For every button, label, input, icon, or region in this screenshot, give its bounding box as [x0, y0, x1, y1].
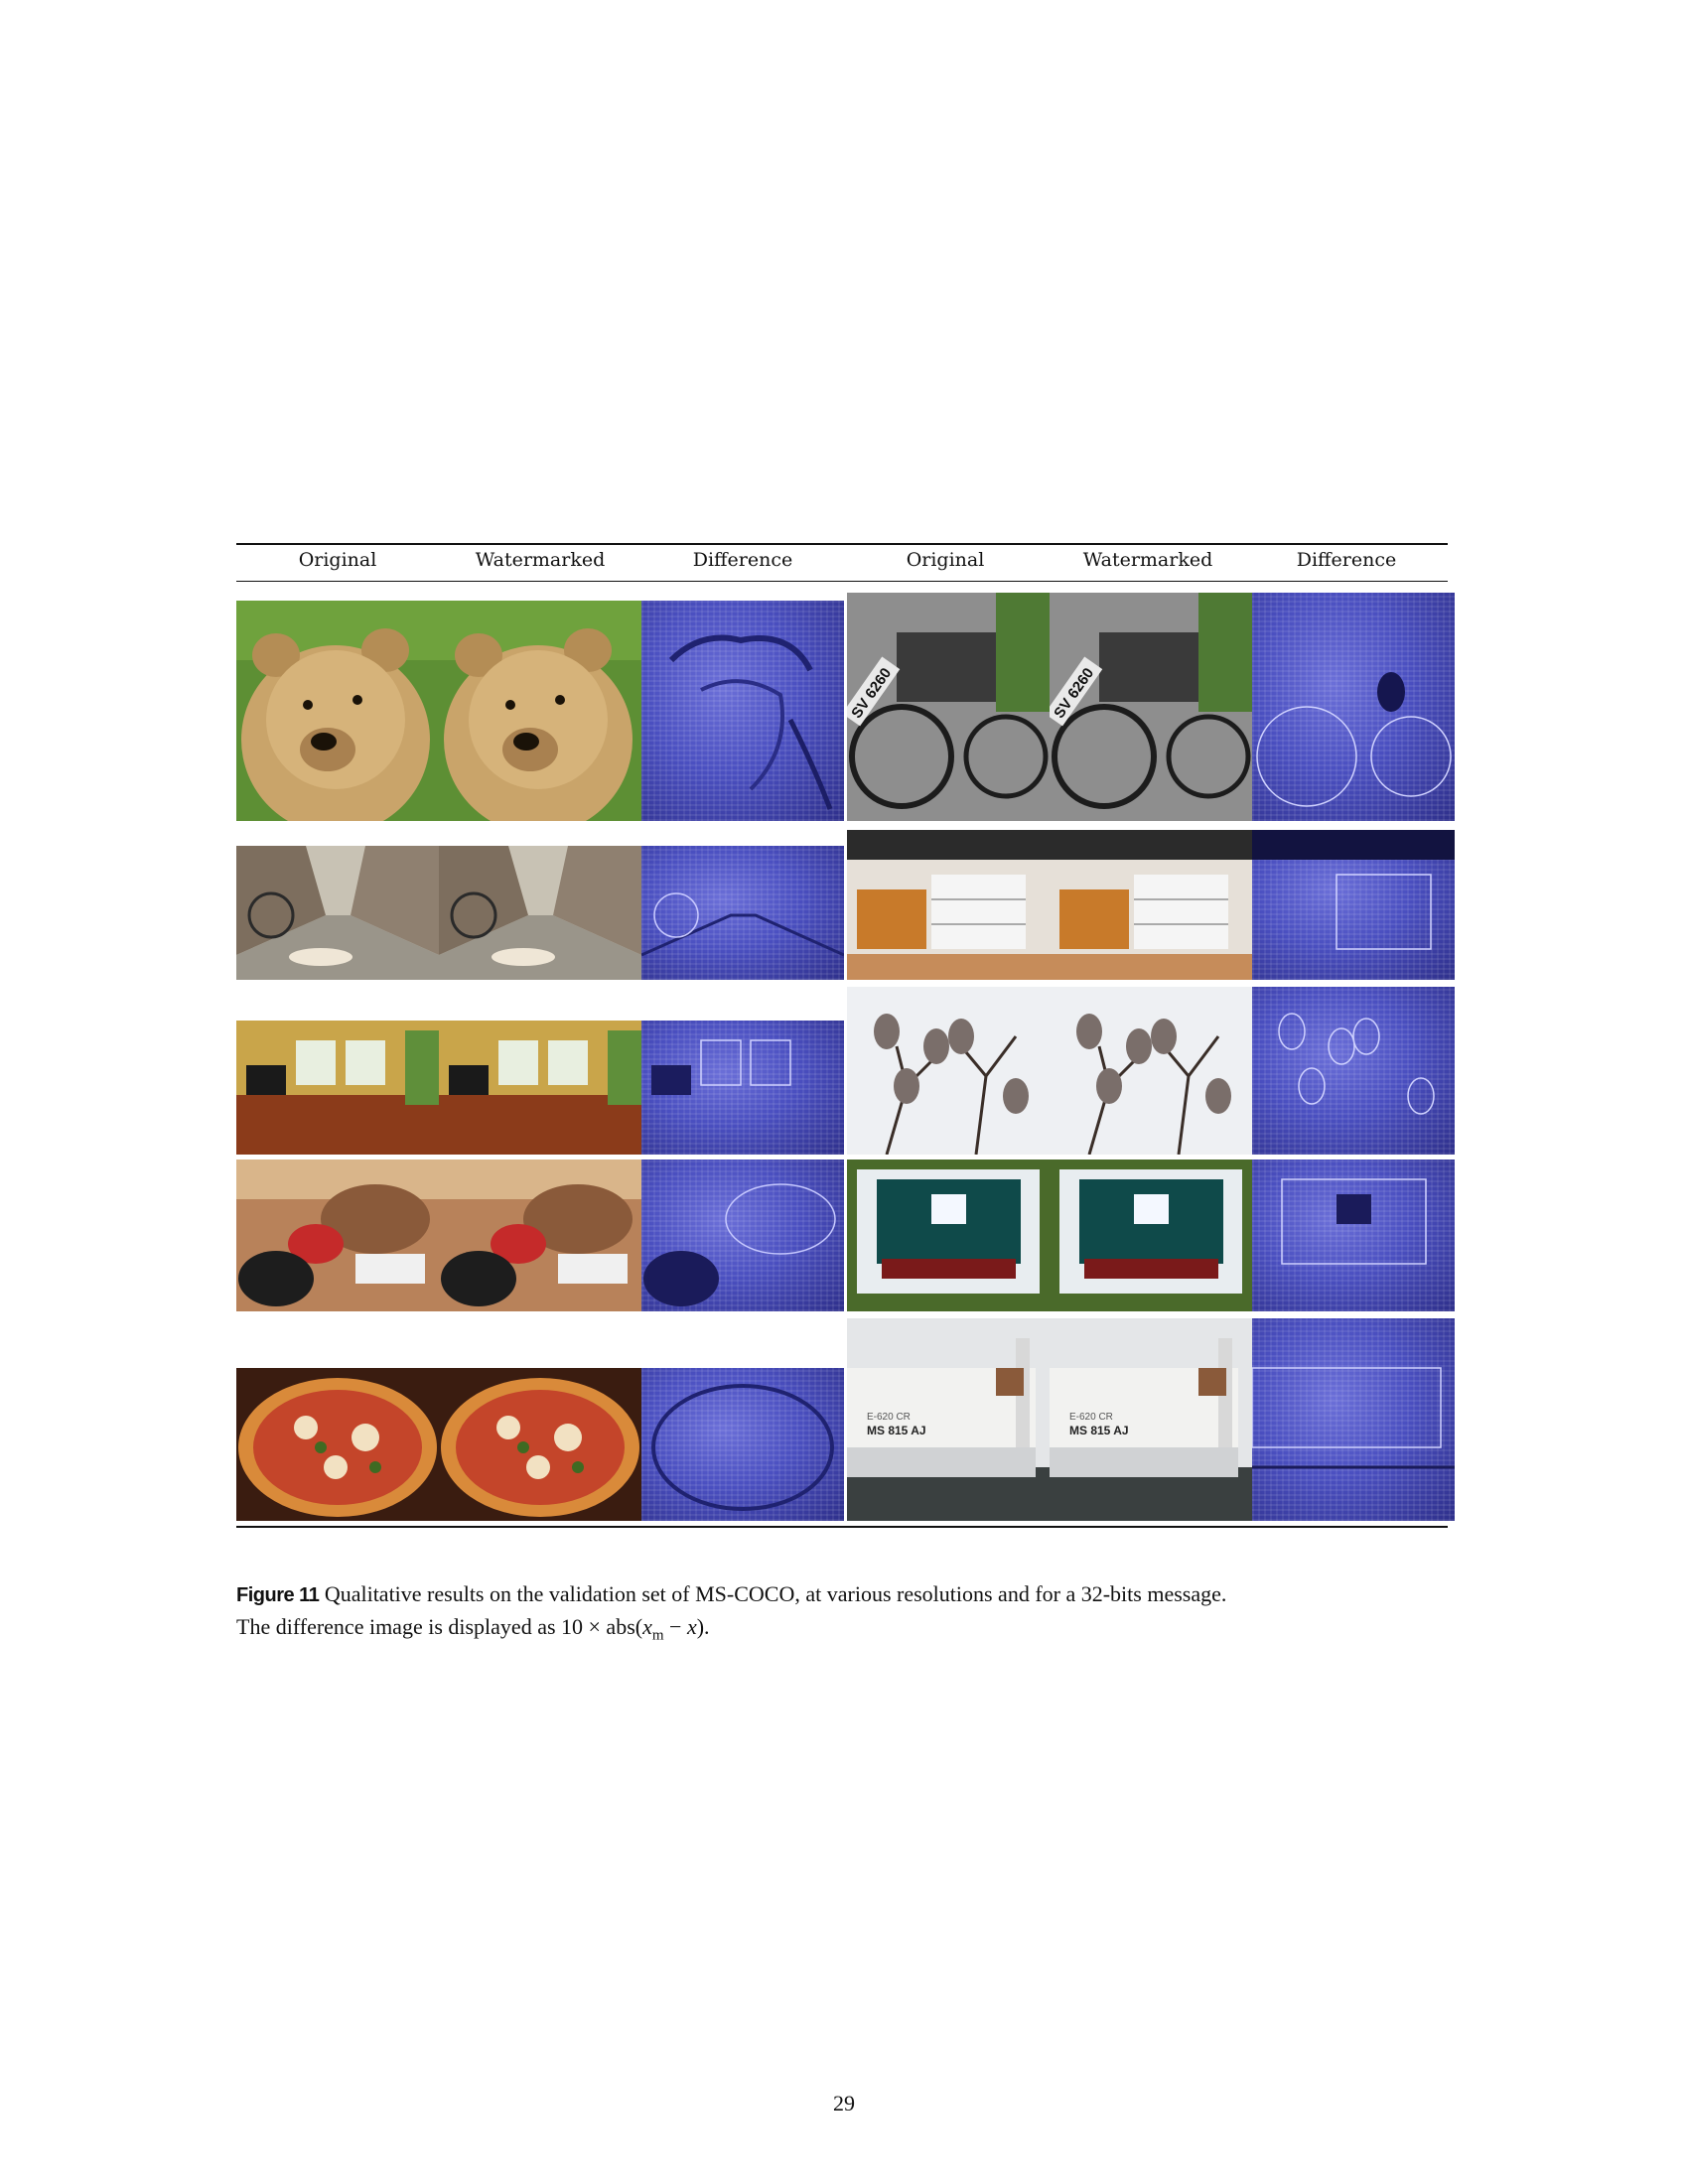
caption-text-line1: Qualitative results on the validation se…: [319, 1581, 1227, 1606]
column-header-watermarked-right: Watermarked: [1082, 549, 1213, 571]
column-header-watermarked-left: Watermarked: [475, 549, 606, 571]
desk-original-image: [847, 830, 1050, 980]
page-number: 29: [833, 2091, 855, 2116]
table-top-rule: [236, 543, 1448, 545]
projector-watermarked-image: [1050, 1160, 1252, 1311]
desk-watermarked-image: [1050, 830, 1252, 980]
table-bottom-rule: [236, 1526, 1448, 1528]
table-header-rule: [236, 581, 1448, 582]
pizza-original-image: [236, 1368, 439, 1521]
boat-reg-line2: MS 815 AJ: [867, 1424, 926, 1437]
figure-caption: Figure 11 Qualitative results on the val…: [236, 1578, 1458, 1651]
projector-original-image: [847, 1160, 1050, 1311]
living-room-watermarked-image: [439, 1021, 641, 1155]
boat-reg-line1-watermarked: E-620 CR: [1069, 1412, 1113, 1423]
column-header-original-right: Original: [906, 549, 985, 571]
puppy-shoes-difference-image: [641, 1160, 844, 1311]
formula-close: ).: [696, 1614, 710, 1639]
figure-label: Figure 11: [236, 1584, 320, 1606]
birds-original-image: [847, 987, 1050, 1155]
motorcycle-difference-image: [1252, 593, 1455, 821]
column-header-difference-left: Difference: [692, 549, 793, 571]
column-header-original-left: Original: [298, 549, 377, 571]
motorcycle-watermarked-image: SV 6260: [1050, 593, 1252, 821]
street-dog-original-image: [236, 846, 439, 980]
birds-watermarked-image: [1050, 987, 1252, 1155]
boat-difference-image: [1252, 1318, 1455, 1521]
living-room-original-image: [236, 1021, 439, 1155]
caption-text-line2: The difference image is displayed as 10 …: [236, 1614, 643, 1639]
bear-original-image: [236, 601, 439, 821]
boat-reg-line2-watermarked: MS 815 AJ: [1069, 1424, 1129, 1437]
bear-watermarked-image: [439, 601, 641, 821]
formula-x: x: [686, 1614, 697, 1639]
street-dog-difference-image: [641, 846, 844, 980]
formula-x-m: x: [642, 1614, 652, 1639]
puppy-shoes-watermarked-image: [439, 1160, 641, 1311]
puppy-shoes-original-image: [236, 1160, 439, 1311]
street-dog-watermarked-image: [439, 846, 641, 980]
projector-difference-image: [1252, 1160, 1455, 1311]
motorcycle-original-image: SV 6260: [847, 593, 1050, 821]
boat-reg-line1: E-620 CR: [867, 1412, 911, 1423]
pizza-difference-image: [641, 1368, 844, 1521]
boat-watermarked-image: E-620 CR MS 815 AJ: [1050, 1318, 1252, 1521]
column-header-row: Original Watermarked Difference Original…: [236, 549, 1448, 579]
formula-minus: −: [663, 1614, 687, 1639]
living-room-difference-image: [641, 1021, 844, 1155]
boat-original-image: E-620 CR MS 815 AJ: [847, 1318, 1050, 1521]
birds-difference-image: [1252, 987, 1455, 1155]
formula-subscript-m: m: [651, 1627, 664, 1644]
column-header-difference-right: Difference: [1296, 549, 1397, 571]
bear-difference-image: [641, 601, 844, 821]
desk-difference-image: [1252, 830, 1455, 980]
pizza-watermarked-image: [439, 1368, 641, 1521]
